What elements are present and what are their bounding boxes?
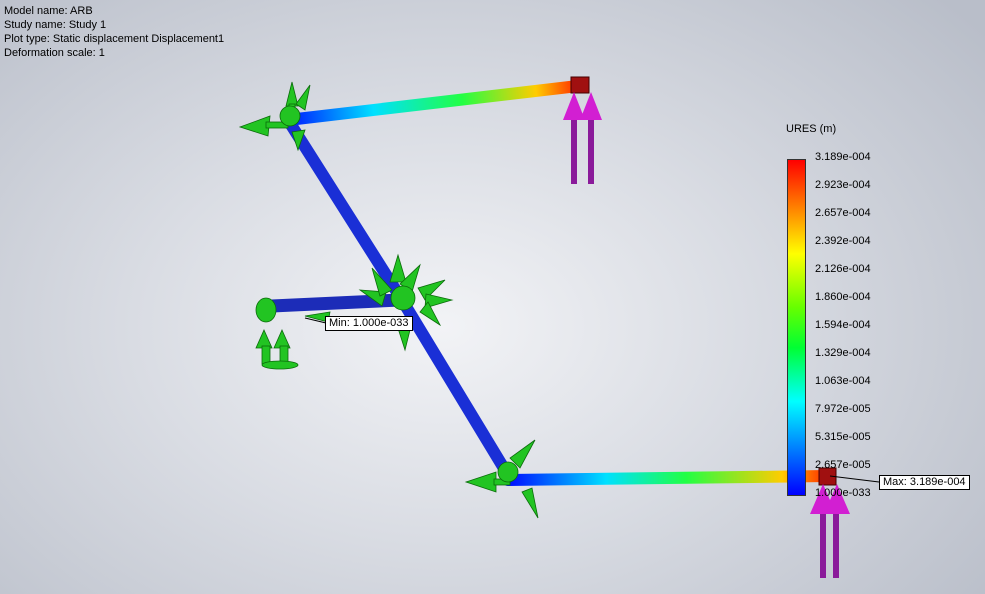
max-probe-leader <box>829 475 880 483</box>
member-top-arm <box>282 80 584 126</box>
member-bottom-arm <box>502 470 834 486</box>
legend-colorbar[interactable] <box>787 159 806 496</box>
legend-tick-label: 1.000e-033 <box>815 487 871 499</box>
deformation-scale: Deformation scale: 1 <box>4 47 105 59</box>
member-lower-diagonal <box>396 294 514 481</box>
fixture-arrows-top-left <box>238 81 311 152</box>
legend-tick-label: 2.657e-004 <box>815 207 871 219</box>
model-name: Model name: ARB <box>4 5 93 17</box>
max-probe-label[interactable]: Max: 3.189e-004 <box>879 475 970 490</box>
min-probe-label[interactable]: Min: 1.000e-033 <box>325 316 413 331</box>
legend-title: URES (m) <box>786 123 837 135</box>
legend-tick-label: 1.329e-004 <box>815 347 871 359</box>
legend-tick-label: 2.126e-004 <box>815 263 871 275</box>
legend-tick-label: 1.594e-004 <box>815 319 871 331</box>
legend-tick-label: 5.315e-005 <box>815 431 871 443</box>
legend-tick-label: 1.860e-004 <box>815 291 871 303</box>
legend-tick-label: 3.189e-004 <box>815 151 871 163</box>
top-end-block <box>570 76 590 94</box>
legend-tick-label: 7.972e-005 <box>815 403 871 415</box>
legend-tick-label: 2.657e-005 <box>815 459 871 471</box>
member-upper-diagonal <box>282 114 408 306</box>
legend-tick-label: 2.923e-004 <box>815 179 871 191</box>
plot-info-panel: Model name: ARB Study name: Study 1 Plot… <box>4 4 224 60</box>
legend-tick-label: 1.063e-004 <box>815 375 871 387</box>
legend-tick-label: 2.392e-004 <box>815 235 871 247</box>
plot-type: Plot type: Static displacement Displacem… <box>4 33 225 45</box>
study-name: Study name: Study 1 <box>4 19 107 31</box>
load-arrows-top <box>563 92 602 184</box>
